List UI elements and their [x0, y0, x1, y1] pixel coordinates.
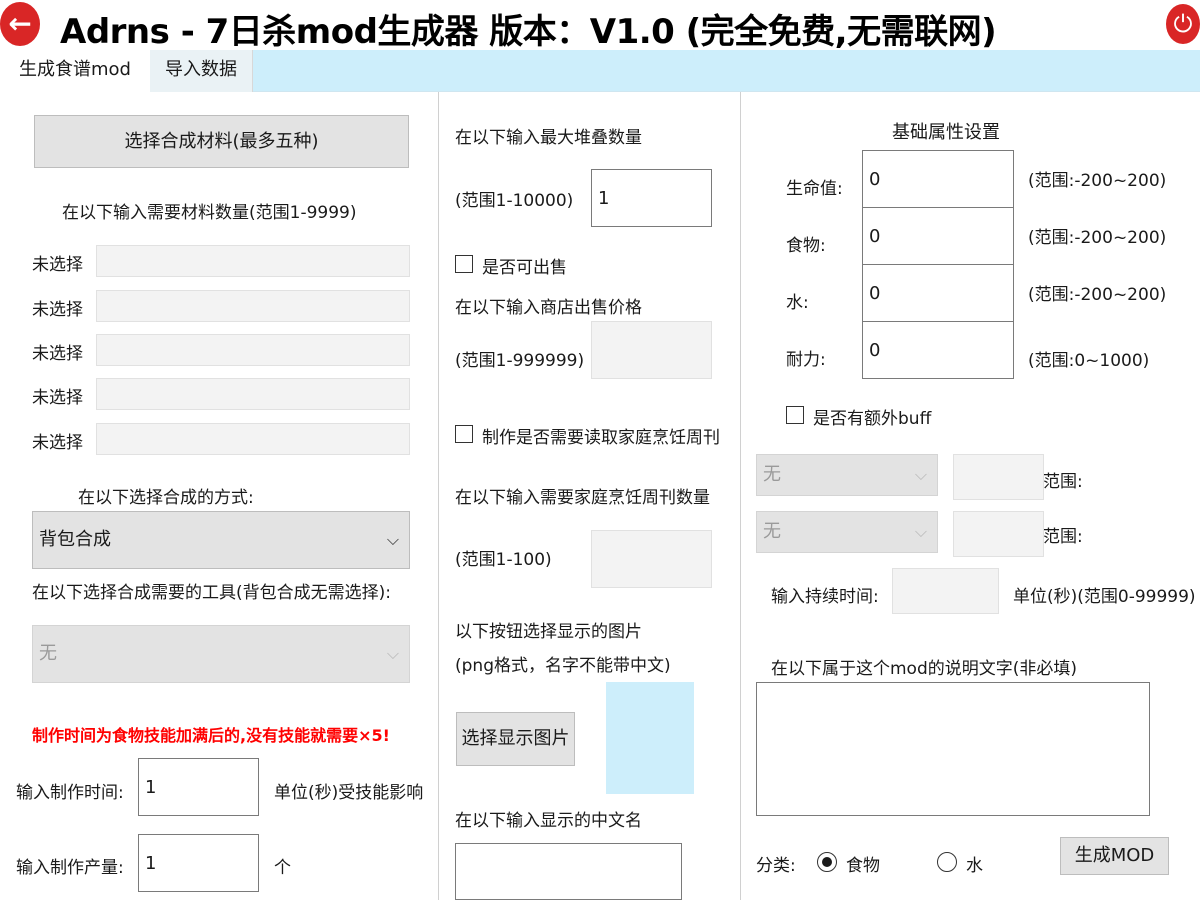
- image-hint-line2: (png格式，名字不能带中文): [455, 656, 671, 676]
- craft-time-label: 输入制作时间:: [16, 783, 124, 803]
- chevron-down-icon: ⌵: [914, 465, 927, 484]
- category-label: 分类:: [756, 856, 796, 876]
- tool-value: 无: [39, 643, 57, 664]
- category-food-radio[interactable]: [817, 852, 837, 872]
- magazine-qty-range: (范围1-100): [455, 550, 552, 570]
- magazine-qty-label: 在以下输入需要家庭烹饪周刊数量: [455, 488, 710, 508]
- category-food-label: 食物: [846, 856, 880, 876]
- craft-method-label: 在以下选择合成的方式:: [78, 488, 254, 508]
- craft-time-input[interactable]: 1: [138, 758, 259, 816]
- attr-water-label: 水:: [786, 293, 809, 313]
- description-label: 在以下属于这个mod的说明文字(非必填): [771, 659, 1078, 679]
- attr-stamina-label: 耐力:: [786, 350, 826, 370]
- base-attrs-title: 基础属性设置: [892, 122, 1000, 143]
- attr-stamina-value: 0: [869, 340, 881, 361]
- max-stack-value: 1: [598, 188, 610, 209]
- material-4-label: 未选择: [32, 388, 83, 408]
- max-stack-label: 在以下输入最大堆叠数量: [455, 128, 642, 148]
- description-textarea[interactable]: [756, 682, 1150, 816]
- chevron-down-icon: ⌵: [914, 522, 927, 541]
- material-5-qty-input[interactable]: [96, 423, 410, 455]
- material-3-label: 未选择: [32, 344, 83, 364]
- attr-stamina-range: (范围:0~1000): [1028, 351, 1150, 371]
- sellable-label: 是否可出售: [482, 258, 567, 278]
- tab-generate-recipe-mod[interactable]: 生成食谱mod: [0, 50, 150, 92]
- sell-price-label: 在以下输入商店出售价格: [455, 298, 642, 318]
- attr-food-range: (范围:-200~200): [1028, 228, 1167, 248]
- craft-method-select[interactable]: 背包合成 ⌵: [32, 511, 410, 569]
- column-divider: [740, 92, 741, 900]
- image-preview: [606, 682, 694, 794]
- attr-hp-value: 0: [869, 169, 881, 190]
- need-magazine-label: 制作是否需要读取家庭烹饪周刊: [482, 428, 720, 448]
- generate-mod-button[interactable]: 生成MOD: [1060, 837, 1169, 875]
- buff-2-value: 无: [763, 521, 781, 542]
- window-title: Adrns - 7日杀mod生成器 版本：V1.0 (完全免费,无需联网): [60, 12, 997, 52]
- extra-buff-checkbox[interactable]: [786, 406, 804, 424]
- back-arrow-icon[interactable]: ←: [0, 2, 40, 46]
- buff-1-range-input[interactable]: [953, 454, 1044, 500]
- buff-1-select[interactable]: 无 ⌵: [756, 454, 938, 496]
- craft-time-unit: 单位(秒)受技能影响: [274, 783, 424, 803]
- extra-buff-label: 是否有额外buff: [813, 409, 932, 429]
- column-divider: [438, 92, 439, 900]
- tool-select[interactable]: 无 ⌵: [32, 625, 410, 683]
- material-3-qty-input[interactable]: [96, 334, 410, 366]
- category-water-label: 水: [966, 856, 983, 876]
- chinese-name-input[interactable]: [455, 843, 682, 900]
- craft-qty-value: 1: [145, 853, 157, 874]
- sell-price-input[interactable]: [591, 321, 712, 379]
- attr-hp-range: (范围:-200~200): [1028, 171, 1167, 191]
- material-2-qty-input[interactable]: [96, 290, 410, 322]
- craft-method-value: 背包合成: [39, 529, 111, 550]
- duration-input[interactable]: [892, 568, 999, 614]
- tab-import-data[interactable]: 导入数据: [150, 50, 253, 92]
- material-qty-label: 在以下输入需要材料数量(范围1-9999): [62, 203, 357, 223]
- attr-stamina-input[interactable]: 0: [862, 321, 1014, 379]
- craft-qty-unit: 个: [274, 858, 291, 878]
- attr-food-label: 食物:: [786, 236, 826, 256]
- buff-1-range-label: 范围:: [1043, 472, 1083, 492]
- category-water-radio[interactable]: [937, 852, 957, 872]
- image-hint-line1: 以下按钮选择显示的图片: [455, 622, 642, 642]
- attr-hp-input[interactable]: 0: [862, 150, 1014, 208]
- material-2-label: 未选择: [32, 300, 83, 320]
- attr-food-value: 0: [869, 226, 881, 247]
- material-4-qty-input[interactable]: [96, 378, 410, 410]
- chevron-down-icon: ⌵: [386, 530, 399, 549]
- attr-hp-label: 生命值:: [786, 179, 843, 199]
- duration-unit: 单位(秒)(范围0-99999): [1013, 587, 1196, 607]
- select-image-button[interactable]: 选择显示图片: [456, 712, 575, 766]
- magazine-qty-input[interactable]: [591, 530, 712, 588]
- material-5-label: 未选择: [32, 433, 83, 453]
- craft-time-value: 1: [145, 777, 157, 798]
- craft-qty-input[interactable]: 1: [138, 834, 259, 892]
- attr-food-input[interactable]: 0: [862, 207, 1014, 265]
- sell-price-range: (范围1-999999): [455, 351, 585, 371]
- material-1-label: 未选择: [32, 255, 83, 275]
- buff-2-range-label: 范围:: [1043, 527, 1083, 547]
- tool-label: 在以下选择合成需要的工具(背包合成无需选择):: [32, 583, 391, 603]
- craft-qty-label: 输入制作产量:: [16, 858, 124, 878]
- chevron-down-icon: ⌵: [386, 644, 399, 663]
- attr-water-range: (范围:-200~200): [1028, 285, 1167, 305]
- max-stack-input[interactable]: 1: [591, 169, 712, 227]
- sellable-checkbox[interactable]: [455, 255, 473, 273]
- buff-2-select[interactable]: 无 ⌵: [756, 511, 938, 553]
- power-icon[interactable]: ⏻: [1166, 4, 1200, 44]
- buff-2-range-input[interactable]: [953, 511, 1044, 557]
- attr-water-value: 0: [869, 283, 881, 304]
- chinese-name-label: 在以下输入显示的中文名: [455, 811, 642, 831]
- max-stack-range: (范围1-10000): [455, 191, 574, 211]
- attr-water-input[interactable]: 0: [862, 264, 1014, 322]
- craft-time-warning: 制作时间为食物技能加满后的,没有技能就需要×5!: [32, 726, 390, 745]
- duration-label: 输入持续时间:: [771, 587, 879, 607]
- radio-selected-dot: [822, 857, 832, 867]
- buff-1-value: 无: [763, 464, 781, 485]
- select-materials-button[interactable]: 选择合成材料(最多五种): [34, 115, 409, 168]
- need-magazine-checkbox[interactable]: [455, 425, 473, 443]
- material-1-qty-input[interactable]: [96, 245, 410, 277]
